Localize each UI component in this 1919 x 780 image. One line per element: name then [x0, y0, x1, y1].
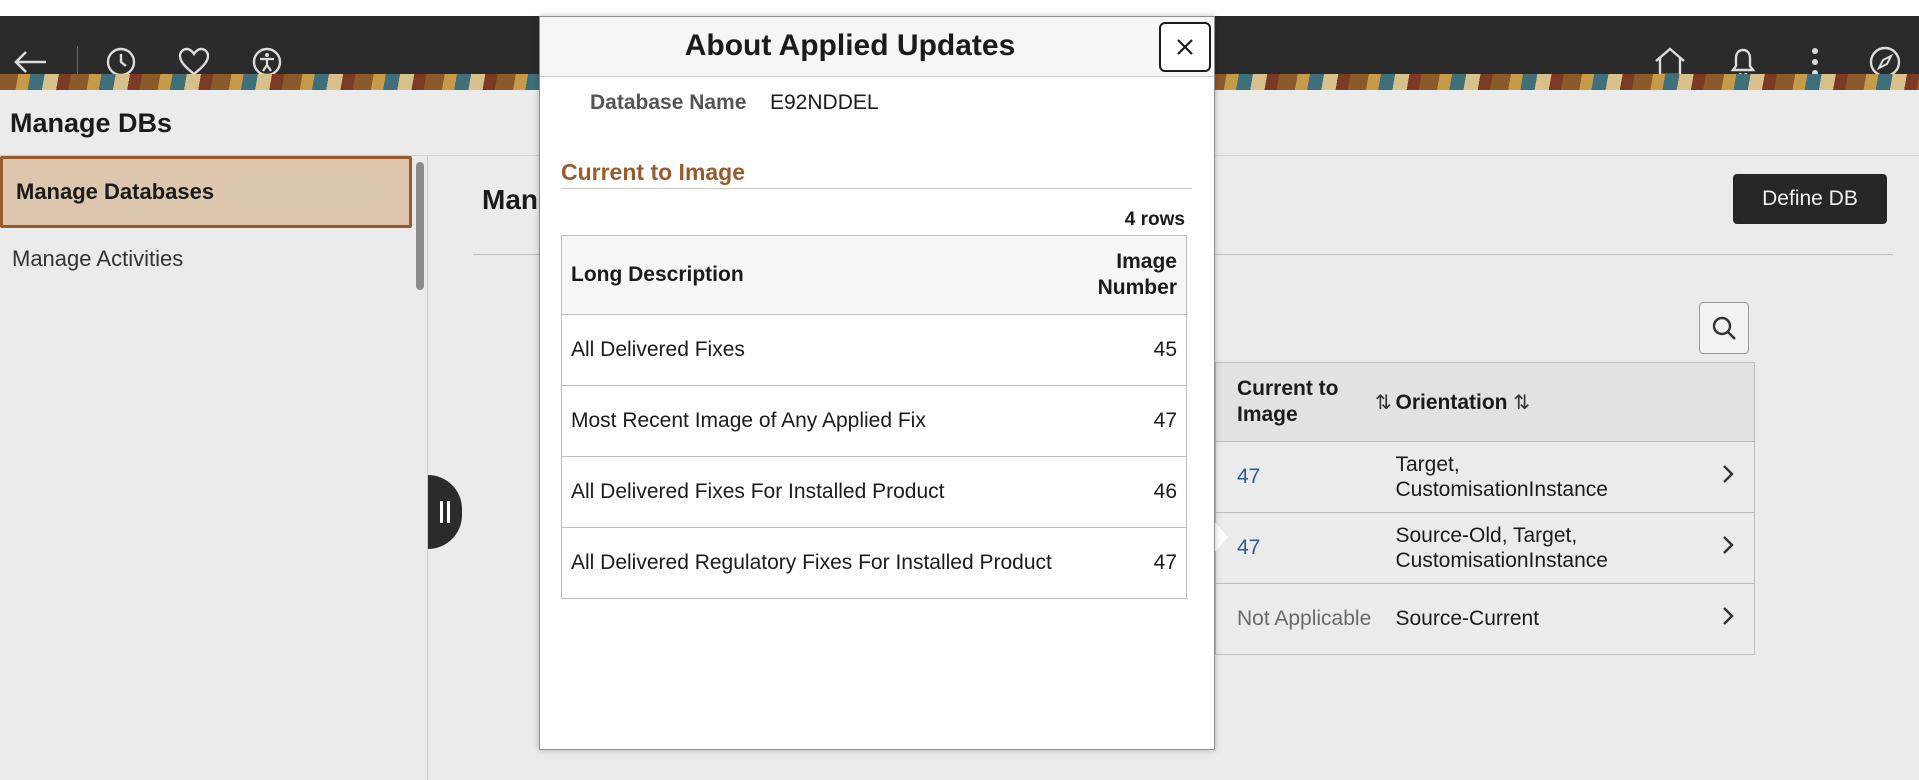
- define-db-button[interactable]: Define DB: [1733, 174, 1887, 224]
- grid-header-row: Current to Image ⇅ Orientation ⇅: [1215, 362, 1755, 442]
- sidebar-item-manage-activities[interactable]: Manage Activities: [12, 246, 183, 272]
- applied-updates-table: Long Description Image Number All Delive…: [561, 235, 1187, 599]
- grid-search-button[interactable]: [1699, 302, 1749, 354]
- image-number-link[interactable]: 47: [1237, 465, 1260, 488]
- search-icon: [1712, 316, 1736, 340]
- column-header-current-to-image[interactable]: Current to Image ⇅: [1215, 362, 1396, 442]
- database-name-value: E92NDDEL: [770, 91, 879, 114]
- long-description-cell: All Delivered Regulatory Fixes For Insta…: [561, 527, 1091, 599]
- table-row[interactable]: 47 Source-Old, Target, CustomisationInst…: [1215, 512, 1755, 584]
- modal-header: About Applied Updates: [540, 17, 1214, 77]
- sidebar-item-label: Manage Databases: [16, 179, 215, 204]
- long-description-cell: Most Recent Image of Any Applied Fix: [561, 385, 1091, 457]
- column-header-image-number: Image Number: [1090, 235, 1187, 315]
- about-applied-updates-modal: About Applied Updates Database Name E92N…: [539, 16, 1215, 750]
- modal-pointer: [1214, 521, 1228, 553]
- image-number-cell: 46: [1090, 456, 1187, 528]
- section-divider: [561, 188, 1192, 189]
- chevron-right-icon[interactable]: [1722, 535, 1734, 561]
- image-number-link[interactable]: 47: [1237, 536, 1260, 559]
- table-row: All Delivered Fixes For Installed Produc…: [561, 456, 1187, 528]
- table-row[interactable]: 47 Target, CustomisationInstance: [1215, 441, 1755, 513]
- orientation-value: Source-Old, Target, CustomisationInstanc…: [1395, 524, 1608, 572]
- long-description-cell: All Delivered Fixes: [561, 314, 1091, 386]
- row-count: 4 rows: [1124, 209, 1185, 230]
- column-header-line: Image: [1116, 250, 1177, 273]
- sidebar-item-manage-databases[interactable]: Manage Databases: [0, 156, 412, 228]
- main-title: Man: [482, 184, 538, 215]
- image-number-cell: 47: [1090, 385, 1187, 457]
- long-description-cell: All Delivered Fixes For Installed Produc…: [561, 456, 1091, 528]
- chevron-right-icon[interactable]: [1722, 464, 1734, 490]
- database-name-label: Database Name: [590, 91, 747, 114]
- top-strip: [0, 0, 1919, 16]
- modal-title: About Applied Updates: [684, 29, 1016, 62]
- table-row: All Delivered Fixes 45: [561, 314, 1187, 386]
- page-title: Manage DBs: [10, 108, 173, 138]
- sort-icon: ⇅: [1375, 391, 1392, 414]
- chevron-right-icon[interactable]: [1722, 606, 1734, 632]
- column-header-orientation[interactable]: Orientation ⇅: [1395, 362, 1755, 442]
- close-button[interactable]: [1159, 22, 1211, 72]
- table-row[interactable]: Not Applicable Source-Current: [1215, 583, 1755, 655]
- table-header-row: Long Description Image Number: [561, 235, 1187, 315]
- orientation-value: Source-Current: [1395, 607, 1540, 630]
- sort-icon: ⇅: [1513, 391, 1531, 414]
- column-header-line: Number: [1097, 276, 1177, 299]
- sidebar-scrollbar[interactable]: [416, 162, 424, 290]
- table-row: All Delivered Regulatory Fixes For Insta…: [561, 527, 1187, 599]
- close-icon: [1177, 39, 1193, 55]
- column-header-label: Current to Image: [1237, 377, 1339, 426]
- image-number-cell: 45: [1090, 314, 1187, 386]
- sidebar: Manage Databases Manage Activities: [0, 156, 428, 780]
- section-title: Current to Image: [561, 159, 746, 185]
- databases-grid: Current to Image ⇅ Orientation ⇅ 47 Targ…: [1215, 362, 1755, 655]
- image-number-value: Not Applicable: [1237, 607, 1372, 630]
- orientation-value: Target, CustomisationInstance: [1395, 453, 1608, 501]
- column-header-long-description: Long Description: [561, 235, 1091, 315]
- image-number-cell: 47: [1090, 527, 1187, 599]
- table-row: Most Recent Image of Any Applied Fix 47: [561, 385, 1187, 457]
- column-header-label: Orientation: [1395, 390, 1508, 414]
